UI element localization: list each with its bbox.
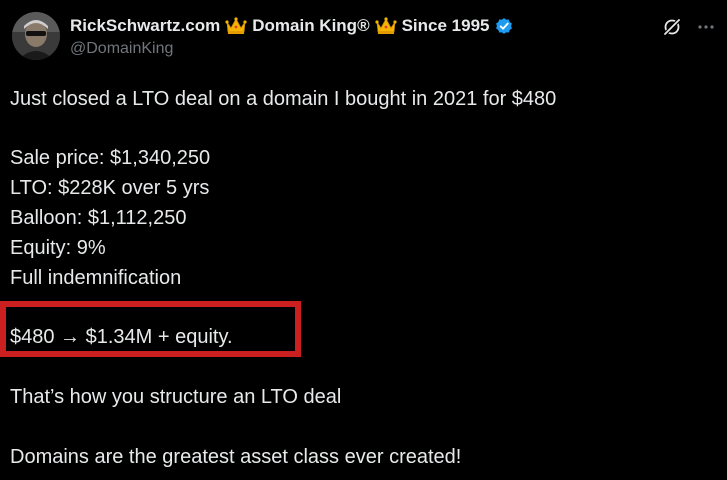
avatar-image <box>12 12 60 60</box>
verified-badge-icon <box>495 18 512 34</box>
detail-indemnification: Full indemnification <box>10 267 182 289</box>
detail-lto: LTO: $228K over 5 yrs <box>10 177 210 199</box>
display-name-part-2[interactable]: Domain King® <box>252 16 369 36</box>
more-options-icon[interactable] <box>695 16 717 38</box>
display-name-part-1[interactable]: RickSchwartz.com <box>70 16 220 36</box>
crown-emoji-icon <box>225 17 247 34</box>
detail-equity: Equity: 9% <box>10 237 106 259</box>
detail-sale-price: Sale price: $1,340,250 <box>10 147 211 169</box>
grok-icon[interactable] <box>661 16 683 38</box>
tweet-closing-1: That’s how you structure an LTO deal <box>10 386 342 408</box>
tweet: RickSchwartz.com Domain King® Since 1995 <box>0 0 727 480</box>
tweet-intro: Just closed a LTO deal on a domain I bou… <box>10 88 557 110</box>
crown-emoji-icon <box>374 17 397 34</box>
author-handle[interactable]: @DomainKing <box>70 40 630 58</box>
top-actions <box>661 16 717 38</box>
detail-balloon: Balloon: $1,112,250 <box>10 207 187 229</box>
tweet-closing-2: Domains are the greatest asset class eve… <box>10 446 462 468</box>
author-info: RickSchwartz.com Domain King® Since 1995 <box>70 14 630 58</box>
avatar[interactable] <box>12 12 60 60</box>
display-name-row[interactable]: RickSchwartz.com Domain King® Since 1995 <box>70 14 630 38</box>
tweet-details: Sale price: $1,340,250 LTO: $228K over 5… <box>10 143 210 293</box>
display-name-part-3[interactable]: Since 1995 <box>402 16 490 36</box>
tweet-highlight: $480 → $1.34M + equity. <box>10 326 233 348</box>
